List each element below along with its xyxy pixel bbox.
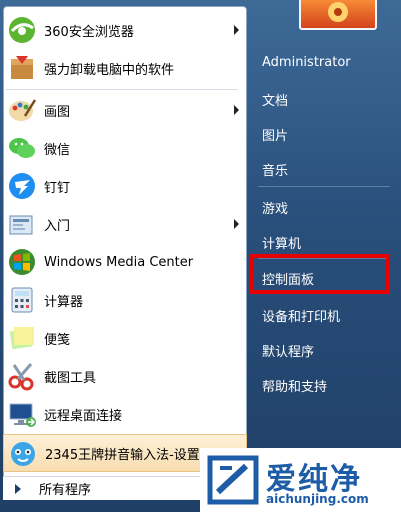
program-label: 远程桌面连接 [44, 408, 123, 424]
program-item-media-center[interactable]: Windows Media Center [3, 244, 247, 280]
paint-palette-icon [9, 99, 37, 121]
program-label: 2345王牌拼音输入法-设置 [45, 447, 200, 463]
program-item-paint[interactable]: 画图 [3, 92, 247, 128]
expand-arrow-icon [15, 483, 21, 494]
program-label: 360安全浏览器 [44, 24, 134, 40]
program-label: 计算器 [44, 294, 84, 310]
highlight-box [250, 254, 390, 294]
all-programs-label: 所有程序 [39, 483, 92, 498]
360-browser-icon [9, 17, 35, 43]
start-menu: 360安全浏览器 强力卸载电脑中的软件 画图 微信 钉钉 入门 Windows … [0, 0, 401, 512]
watermark-logo-icon [207, 455, 259, 505]
right-item-games[interactable]: 游戏 [262, 198, 288, 217]
right-item-computer[interactable]: 计算机 [262, 233, 301, 252]
right-item-administrator[interactable]: Administrator [262, 55, 351, 70]
right-item-music[interactable]: 音乐 [262, 160, 288, 179]
media-center-icon [9, 249, 35, 275]
program-item-dingtalk[interactable]: 钉钉 [3, 168, 247, 204]
wechat-icon [9, 138, 35, 158]
right-item-help-support[interactable]: 帮助和支持 [262, 376, 327, 395]
program-item-uninstall[interactable]: 强力卸载电脑中的软件 [3, 50, 247, 86]
submenu-arrow-icon[interactable] [234, 219, 239, 229]
right-item-pictures[interactable]: 图片 [262, 125, 288, 144]
program-label: 入门 [44, 218, 71, 234]
submenu-arrow-icon[interactable] [234, 105, 239, 115]
snipping-tool-icon [8, 363, 34, 391]
divider [258, 186, 390, 187]
program-label: 钉钉 [44, 180, 71, 196]
remote-desktop-icon [9, 403, 36, 427]
program-item-getting-started[interactable]: 入门 [3, 206, 247, 242]
input-method-icon [11, 442, 35, 466]
program-item-wechat[interactable]: 微信 [3, 130, 247, 166]
program-item-remote-desktop[interactable]: 远程桌面连接 [3, 396, 247, 432]
watermark: 爱纯净 aichunjing.com [200, 448, 401, 512]
user-picture[interactable] [299, 0, 377, 30]
right-item-documents[interactable]: 文档 [262, 90, 288, 109]
program-item-calculator[interactable]: 计算器 [3, 282, 247, 318]
program-label: 微信 [44, 142, 71, 158]
right-item-default-programs[interactable]: 默认程序 [262, 341, 314, 360]
sticky-notes-icon [9, 327, 34, 350]
calculator-icon [11, 287, 33, 313]
program-label: 画图 [44, 104, 71, 120]
program-item-360-browser[interactable]: 360安全浏览器 [3, 12, 247, 48]
right-item-devices-printers[interactable]: 设备和打印机 [262, 306, 340, 325]
watermark-url: aichunjing.com [266, 492, 369, 506]
program-item-sticky-notes[interactable]: 便笺 [3, 320, 247, 356]
getting-started-icon [9, 215, 33, 235]
program-label: 截图工具 [44, 370, 97, 386]
dingtalk-icon [9, 173, 35, 199]
uninstall-box-icon [11, 56, 33, 79]
submenu-arrow-icon[interactable] [234, 25, 239, 35]
divider [6, 89, 238, 90]
program-label: 便笺 [44, 332, 71, 348]
program-item-snipping-tool[interactable]: 截图工具 [3, 358, 247, 394]
program-label: Windows Media Center [44, 254, 194, 270]
program-label: 强力卸载电脑中的软件 [44, 62, 175, 78]
